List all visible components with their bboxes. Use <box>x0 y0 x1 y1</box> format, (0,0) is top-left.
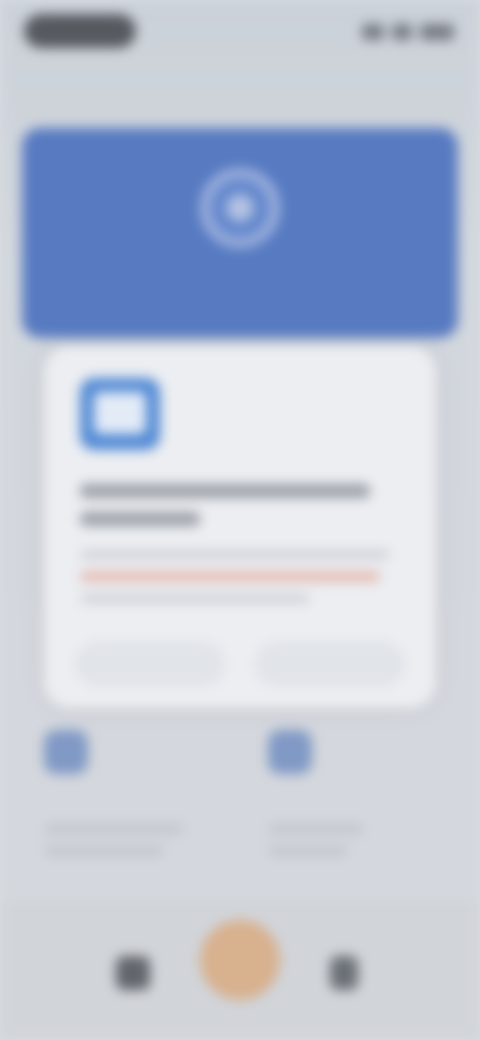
dialog-body-line <box>80 594 310 603</box>
app-screen <box>0 0 480 1040</box>
dialog-body-line <box>80 550 390 559</box>
dialog <box>44 346 436 708</box>
primary-button[interactable] <box>256 642 404 686</box>
dialog-title-line <box>80 484 370 498</box>
dialog-body-line <box>80 572 380 581</box>
app-icon <box>80 378 160 450</box>
app-icon-inner <box>94 392 146 434</box>
dialog-title-line <box>80 512 200 526</box>
secondary-button[interactable] <box>76 642 224 686</box>
